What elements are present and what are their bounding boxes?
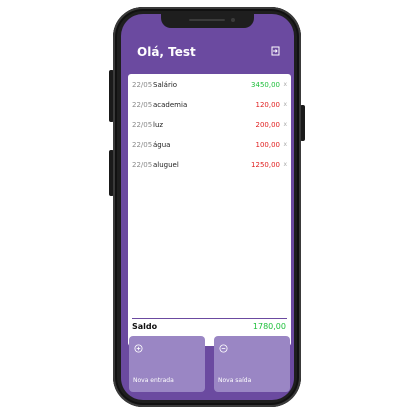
transaction-row: 22/05 água 100,00 x [132,140,287,160]
transaction-row: 22/05 Salário 3450,00 x [132,80,287,100]
transaction-date: 22/05 [132,121,153,129]
plus-circle-icon [134,344,143,353]
front-camera [231,18,235,22]
new-expense-button[interactable]: Nova saída [214,336,290,392]
transaction-description: luz [153,121,164,129]
transaction-row: 22/05 luz 200,00 x [132,120,287,140]
transaction-value: 3450,00 [251,81,280,89]
transactions-card: 22/05 Salário 3450,00 x 22/05 academia 120,00 x… [128,74,291,346]
transaction-value: 1250,00 [251,161,280,169]
new-income-button[interactable]: Nova entrada [129,336,205,392]
speaker-grille [189,19,225,21]
delete-transaction-button[interactable]: x [283,160,287,170]
transaction-description: academia [153,101,188,109]
transaction-value: 200,00 [255,121,281,129]
transaction-description: água [153,141,171,149]
balance-label: Saldo [132,322,158,331]
transaction-description: aluguel [153,161,179,169]
new-expense-label: Nova saída [218,377,252,384]
transaction-date: 22/05 [132,101,153,109]
new-income-label: Nova entrada [133,377,174,384]
balance-value: 1780,00 [252,322,286,331]
delete-transaction-button[interactable]: x [283,120,287,130]
transaction-date: 22/05 [132,141,153,149]
minus-circle-icon [219,344,228,353]
delete-transaction-button[interactable]: x [283,140,287,150]
transaction-date: 22/05 [132,161,153,169]
app-screen: Olá, Test 22/05 Salário 3450,00 x 22/05 acade… [121,14,294,400]
transaction-description: Salário [153,81,178,89]
delete-transaction-button[interactable]: x [283,80,287,90]
phone-notch [161,14,254,28]
transactions-list: 22/05 Salário 3450,00 x 22/05 academia 120,00 x… [132,80,287,180]
transaction-value: 100,00 [255,141,281,149]
greeting-title: Olá, Test [137,45,196,59]
balance-divider [132,318,287,319]
transaction-row: 22/05 aluguel 1250,00 x [132,160,287,180]
transaction-value: 120,00 [255,101,281,109]
transaction-date: 22/05 [132,81,153,89]
delete-transaction-button[interactable]: x [283,100,287,110]
transaction-row: 22/05 academia 120,00 x [132,100,287,120]
logout-icon[interactable] [271,46,281,56]
